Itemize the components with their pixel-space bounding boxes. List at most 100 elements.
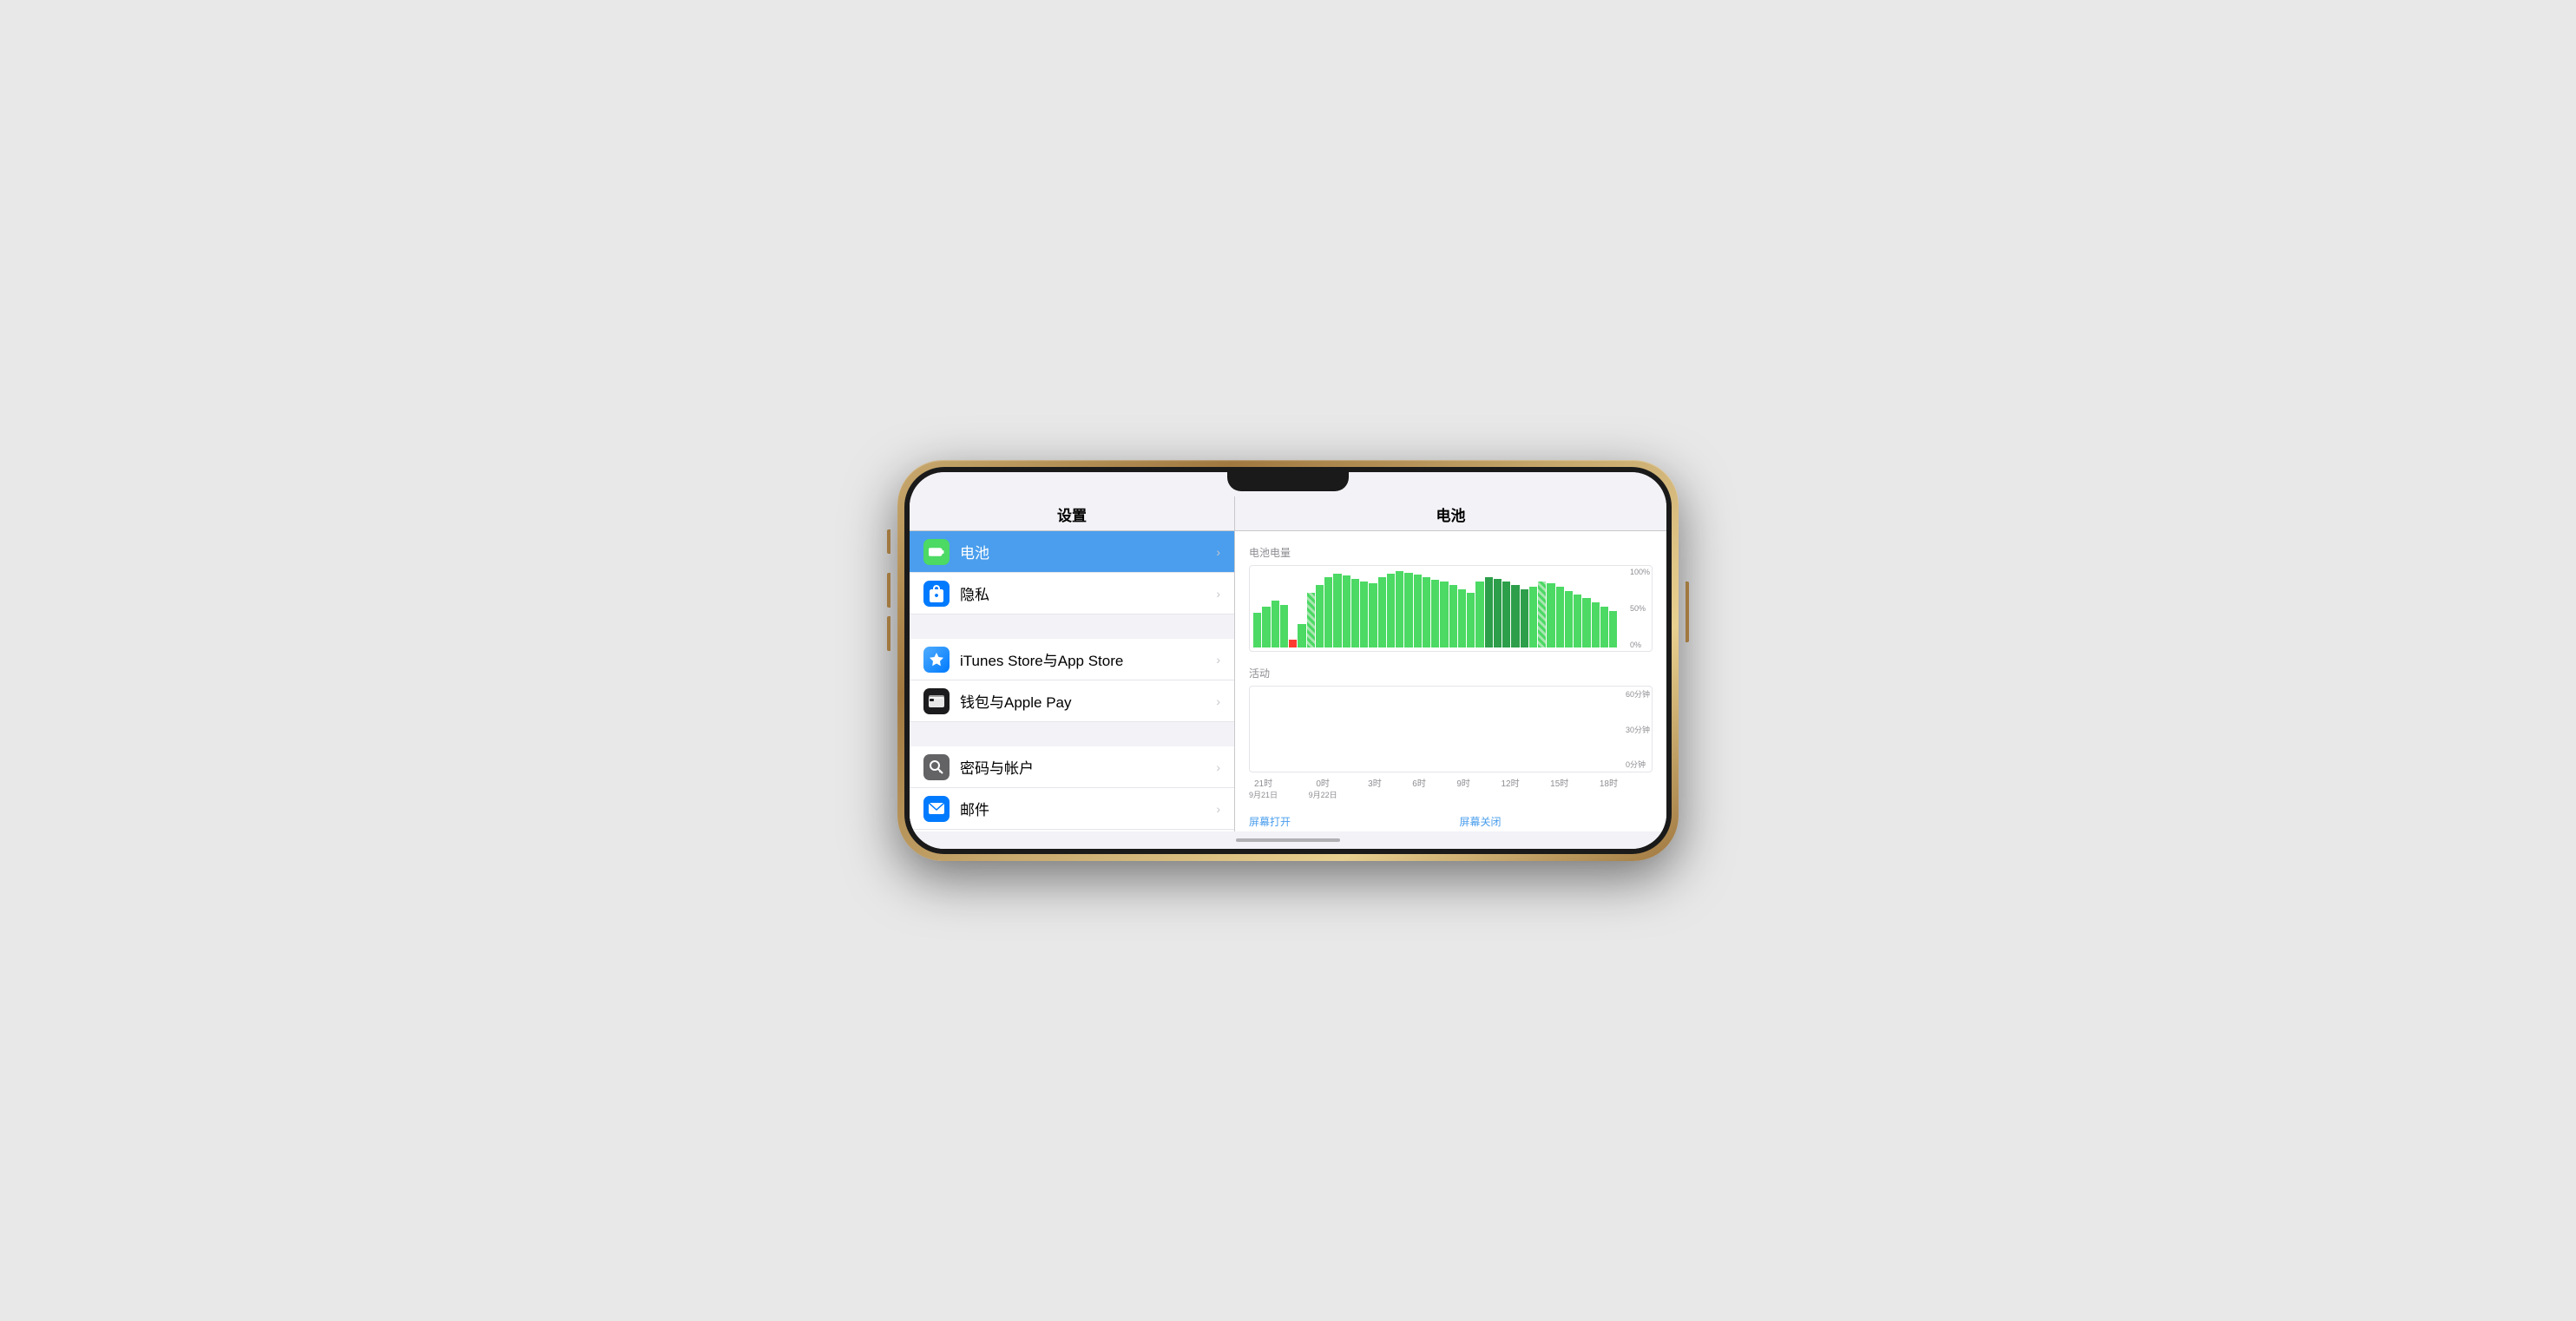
activity-y-labels: 60分钟 30分钟 0分钟: [1626, 687, 1650, 772]
privacy-chevron: ›: [1216, 587, 1220, 601]
battery-bar: [1369, 583, 1377, 647]
battery-label: 电池: [960, 541, 1216, 562]
activity-chart-container: 60分钟 30分钟 0分钟: [1249, 686, 1653, 772]
battery-bar: [1592, 602, 1600, 647]
mute-button: [887, 529, 890, 554]
battery-bar: [1582, 598, 1590, 647]
activity-chart: [1253, 690, 1617, 768]
power-button: [1686, 582, 1689, 642]
screen: 设置 电池 ›: [910, 472, 1666, 849]
itunes-label: iTunes Store与App Store: [960, 648, 1216, 670]
battery-bar: [1333, 574, 1341, 648]
battery-bar: [1521, 589, 1528, 648]
wallet-chevron: ›: [1216, 694, 1220, 708]
battery-chart: [1253, 569, 1617, 647]
appstore-icon: [923, 647, 950, 673]
battery-panel-title: 电池: [1249, 503, 1653, 525]
battery-level-section: 电池电量: [1249, 545, 1653, 652]
x-label-18: 18时: [1600, 776, 1618, 800]
settings-item-mail[interactable]: 邮件 ›: [910, 788, 1234, 830]
privacy-icon: [923, 581, 950, 607]
phone-inner: 设置 电池 ›: [904, 467, 1672, 854]
settings-item-privacy[interactable]: 隐私 ›: [910, 573, 1234, 614]
battery-bar: [1289, 640, 1297, 647]
mail-icon: [923, 796, 950, 822]
battery-bar: [1351, 579, 1359, 647]
stats-row: 屏幕打开 7小时19分钟 屏幕关闭 8小时51分钟: [1249, 814, 1653, 831]
x-label-9: 9时: [1456, 776, 1470, 800]
battery-bar: [1565, 591, 1573, 647]
battery-bar: [1494, 579, 1502, 647]
battery-bar: [1343, 575, 1350, 647]
battery-bar: [1414, 575, 1422, 647]
chart-x-labels: 21时 9月21日 0时 9月22日 3时 6时 9时 12时: [1249, 776, 1653, 800]
phone-frame: 设置 电池 ›: [897, 460, 1679, 861]
section-spacer-1: [910, 614, 1234, 639]
settings-item-wallet[interactable]: 钱包与Apple Pay ›: [910, 680, 1234, 722]
battery-bar: [1396, 571, 1403, 647]
activity-section: 活动: [1249, 666, 1653, 800]
battery-bar: [1360, 582, 1368, 648]
x-label-12: 12时: [1501, 776, 1519, 800]
battery-bar: [1538, 582, 1546, 648]
screen-on-stat: 屏幕打开 7小时19分钟: [1249, 814, 1442, 831]
battery-bar: [1574, 595, 1581, 647]
battery-bar: [1485, 577, 1493, 647]
screen-off-label: 屏幕关闭: [1460, 814, 1653, 829]
battery-bar: [1431, 580, 1439, 647]
settings-header: 设置: [910, 496, 1234, 531]
y-label-100: 100%: [1630, 568, 1650, 576]
key-icon: [923, 754, 950, 780]
battery-bar: [1475, 582, 1483, 648]
settings-title: 设置: [923, 503, 1220, 525]
volume-up-button: [887, 573, 890, 608]
battery-bar: [1272, 601, 1279, 647]
x-label-15: 15时: [1550, 776, 1568, 800]
battery-chevron: ›: [1216, 545, 1220, 559]
x-label-21: 21时 9月21日: [1249, 776, 1278, 800]
battery-bar: [1502, 582, 1510, 648]
mail-label: 邮件: [960, 798, 1216, 819]
battery-bar: [1298, 624, 1305, 647]
settings-item-itunes[interactable]: iTunes Store与App Store ›: [910, 639, 1234, 680]
battery-header: 电池: [1235, 496, 1666, 531]
battery-bar: [1511, 585, 1519, 647]
x-label-6: 6时: [1412, 776, 1426, 800]
screen-off-stat: 屏幕关闭 8小时51分钟: [1460, 814, 1653, 831]
battery-bar: [1387, 574, 1395, 648]
y-label-60min: 60分钟: [1626, 688, 1650, 700]
battery-bar: [1609, 611, 1617, 647]
passwords-chevron: ›: [1216, 760, 1220, 774]
settings-item-passwords[interactable]: 密码与帐户 ›: [910, 746, 1234, 788]
y-label-0min: 0分钟: [1626, 759, 1650, 770]
mail-chevron: ›: [1216, 802, 1220, 816]
battery-chart-container: 100% 50% 0%: [1249, 565, 1653, 652]
battery-panel: 电池 电池电量: [1235, 496, 1666, 831]
battery-chart-label: 电池电量: [1249, 545, 1653, 560]
battery-y-labels: 100% 50% 0%: [1630, 566, 1650, 651]
battery-icon: [923, 539, 950, 565]
battery-bar: [1458, 589, 1466, 648]
notch: [1227, 472, 1349, 491]
y-label-30min: 30分钟: [1626, 724, 1650, 735]
battery-bar: [1556, 587, 1564, 647]
x-label-3: 3时: [1368, 776, 1382, 800]
itunes-chevron: ›: [1216, 653, 1220, 667]
battery-bar: [1423, 577, 1430, 647]
passwords-label: 密码与帐户: [960, 756, 1216, 778]
battery-bar: [1404, 573, 1412, 647]
battery-bar: [1280, 605, 1288, 648]
wallet-label: 钱包与Apple Pay: [960, 690, 1216, 712]
screen-on-label: 屏幕打开: [1249, 814, 1442, 829]
battery-bar: [1262, 607, 1270, 647]
battery-bar: [1440, 582, 1448, 647]
battery-bar: [1547, 583, 1554, 647]
home-indicator: [910, 831, 1666, 849]
home-bar: [1236, 838, 1340, 842]
settings-item-battery[interactable]: 电池 ›: [910, 531, 1234, 573]
notch-bar: [910, 472, 1666, 496]
wallet-icon: [923, 688, 950, 714]
battery-bar: [1324, 577, 1332, 647]
battery-bar: [1467, 593, 1475, 647]
battery-bar: [1378, 577, 1386, 647]
